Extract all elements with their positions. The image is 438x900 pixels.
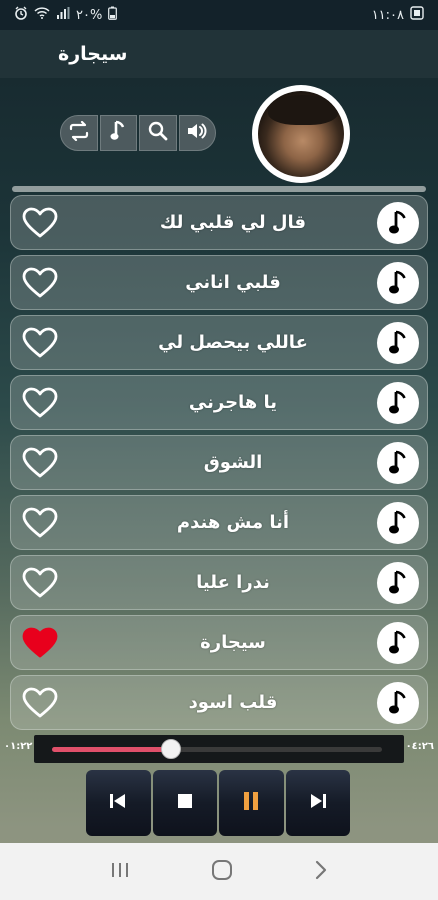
status-right: ١١:٠٨ bbox=[372, 6, 424, 24]
header-area bbox=[0, 78, 438, 193]
notification-icon bbox=[410, 6, 424, 24]
song-title: قال لي قلبي لك bbox=[159, 212, 307, 233]
repeat-button[interactable] bbox=[60, 115, 98, 151]
song-title: أنا مش هندم bbox=[176, 512, 290, 533]
previous-button[interactable] bbox=[86, 770, 151, 836]
heart-outline-icon[interactable] bbox=[21, 326, 59, 360]
song-row[interactable]: قلبي اناني bbox=[10, 255, 428, 310]
battery-percent: ٢٠% bbox=[76, 7, 103, 23]
artist-photo bbox=[258, 91, 344, 177]
seek-bar-fill bbox=[52, 747, 171, 752]
song-row[interactable]: يا هاجرني bbox=[10, 375, 428, 430]
search-button[interactable] bbox=[139, 115, 177, 151]
header-divider bbox=[12, 186, 426, 192]
pause-button[interactable] bbox=[219, 770, 284, 836]
song-row[interactable]: سيجارة bbox=[10, 615, 428, 670]
volume-icon bbox=[186, 121, 208, 145]
song-title: ندرا عليا bbox=[196, 572, 270, 593]
back-button[interactable] bbox=[314, 860, 328, 884]
song-title: قلب اسود bbox=[188, 692, 278, 713]
music-note-icon[interactable] bbox=[377, 681, 419, 724]
system-nav-bar bbox=[0, 843, 438, 900]
signal-icon bbox=[56, 7, 70, 23]
clock: ١١:٠٨ bbox=[371, 7, 404, 23]
heart-outline-icon[interactable] bbox=[21, 266, 59, 300]
skip-next-icon bbox=[308, 792, 328, 814]
music-button[interactable] bbox=[99, 115, 137, 151]
alarm-icon bbox=[14, 6, 28, 24]
song-title: الشوق bbox=[203, 452, 263, 473]
stop-button[interactable] bbox=[152, 770, 217, 836]
recent-apps-button[interactable] bbox=[110, 861, 130, 883]
music-note-icon[interactable] bbox=[377, 621, 419, 664]
app-bar: سيجارة bbox=[0, 30, 438, 78]
player-controls bbox=[86, 770, 350, 836]
song-title: قلبي اناني bbox=[185, 272, 281, 293]
stop-icon bbox=[177, 793, 193, 813]
pause-icon bbox=[242, 791, 260, 815]
status-bar: ٢٠% ١١:٠٨ bbox=[0, 0, 438, 30]
toolbar-controls bbox=[60, 115, 216, 155]
repeat-icon bbox=[68, 120, 90, 145]
heart-filled-icon[interactable] bbox=[21, 626, 59, 660]
search-icon bbox=[148, 121, 168, 145]
next-button[interactable] bbox=[285, 770, 350, 836]
skip-previous-icon bbox=[108, 792, 128, 814]
total-duration: ٠٤:٢٦ bbox=[405, 741, 434, 752]
heart-outline-icon[interactable] bbox=[21, 686, 59, 720]
heart-outline-icon[interactable] bbox=[21, 566, 59, 600]
song-row[interactable]: الشوق bbox=[10, 435, 428, 490]
heart-outline-icon[interactable] bbox=[21, 386, 59, 420]
elapsed-time: ٠١:٢٢ bbox=[4, 741, 33, 752]
music-note-icon[interactable] bbox=[377, 441, 419, 484]
music-note-icon[interactable] bbox=[377, 561, 419, 604]
app-title: سيجارة bbox=[58, 43, 128, 65]
song-row[interactable]: ندرا عليا bbox=[10, 555, 428, 610]
music-note-icon[interactable] bbox=[377, 321, 419, 364]
song-title: عاللي بيحصل لي bbox=[158, 332, 308, 353]
heart-outline-icon[interactable] bbox=[21, 506, 59, 540]
music-note-icon[interactable] bbox=[377, 201, 419, 244]
wifi-icon bbox=[34, 7, 50, 23]
volume-button[interactable] bbox=[178, 115, 216, 151]
progress-area: ٠١:٢٢ ٠٤:٢٦ bbox=[0, 733, 438, 763]
song-row[interactable]: عاللي بيحصل لي bbox=[10, 315, 428, 370]
song-row[interactable]: قلب اسود bbox=[10, 675, 428, 730]
battery-icon bbox=[108, 6, 118, 24]
seek-bar-thumb[interactable] bbox=[160, 739, 181, 759]
artist-avatar bbox=[252, 85, 350, 183]
song-row[interactable]: قال لي قلبي لك bbox=[10, 195, 428, 250]
music-note-icon[interactable] bbox=[377, 501, 419, 544]
song-title: يا هاجرني bbox=[188, 392, 278, 413]
heart-outline-icon[interactable] bbox=[21, 206, 59, 240]
music-note-icon[interactable] bbox=[377, 381, 419, 424]
song-title: سيجارة bbox=[200, 632, 266, 653]
music-note-icon[interactable] bbox=[377, 261, 419, 304]
song-row[interactable]: أنا مش هندم bbox=[10, 495, 428, 550]
home-button[interactable] bbox=[211, 859, 233, 885]
music-note-icon bbox=[110, 120, 126, 146]
heart-outline-icon[interactable] bbox=[21, 446, 59, 480]
status-left: ٢٠% bbox=[14, 6, 118, 24]
